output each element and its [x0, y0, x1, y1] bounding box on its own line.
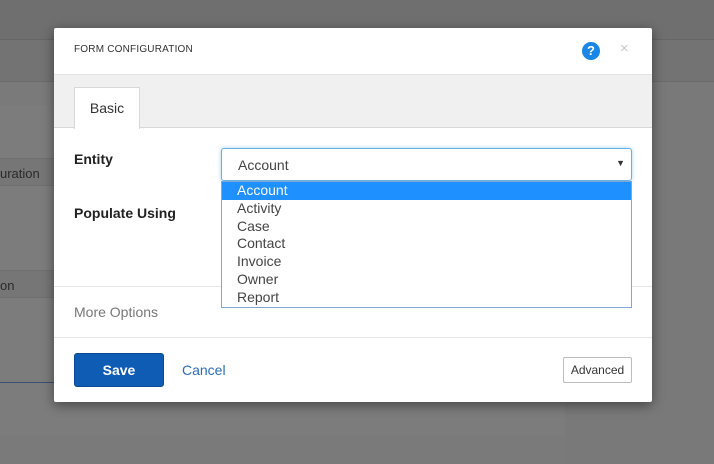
- help-icon[interactable]: ?: [582, 42, 600, 60]
- cancel-link[interactable]: Cancel: [182, 362, 226, 378]
- dropdown-option-activity[interactable]: Activity: [222, 200, 631, 218]
- dialog-title: FORM CONFIGURATION: [74, 44, 193, 55]
- dropdown-option-report[interactable]: Report: [222, 289, 631, 307]
- dropdown-option-case[interactable]: Case: [222, 218, 631, 236]
- more-options-toggle[interactable]: More Options: [74, 304, 158, 320]
- divider: [54, 337, 652, 338]
- tab-basic[interactable]: Basic: [74, 87, 140, 129]
- entity-label: Entity: [74, 151, 113, 167]
- entity-select-value: Account: [238, 157, 289, 173]
- background-row-text: on: [0, 278, 15, 293]
- tab-strip: Basic: [54, 75, 652, 129]
- chevron-down-icon[interactable]: ▼: [616, 158, 625, 168]
- background-row-text: uration: [0, 166, 40, 181]
- populate-using-label: Populate Using: [74, 205, 176, 221]
- dropdown-option-contact[interactable]: Contact: [222, 235, 631, 253]
- dropdown-option-account[interactable]: Account: [222, 182, 631, 200]
- entity-dropdown-list: Account Activity Case Contact Invoice Ow…: [221, 181, 632, 308]
- dropdown-option-invoice[interactable]: Invoice: [222, 253, 631, 271]
- advanced-button[interactable]: Advanced: [563, 357, 632, 383]
- form-configuration-dialog: FORM CONFIGURATION ? × Basic Entity Acco…: [54, 28, 652, 402]
- dialog-header: FORM CONFIGURATION ? ×: [54, 28, 652, 75]
- dropdown-option-owner[interactable]: Owner: [222, 271, 631, 289]
- close-icon[interactable]: ×: [620, 40, 629, 58]
- save-button[interactable]: Save: [74, 353, 164, 387]
- entity-select[interactable]: Account ▼: [221, 148, 632, 181]
